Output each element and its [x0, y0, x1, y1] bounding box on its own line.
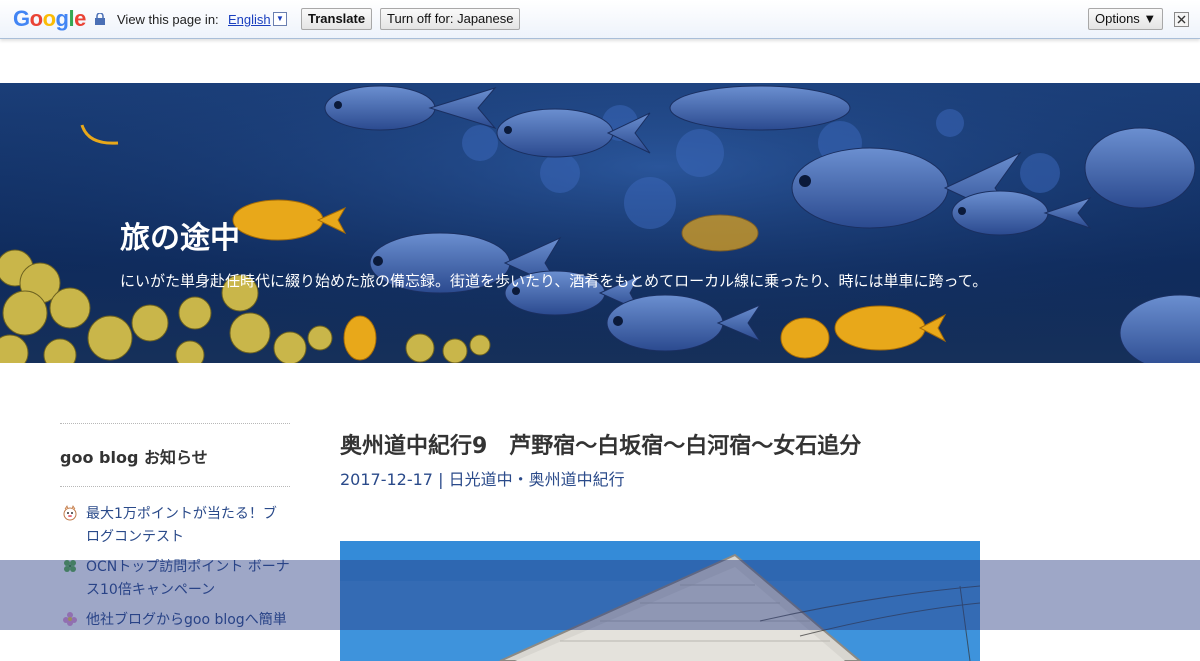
post-date[interactable]: 2017-12-17 — [340, 470, 433, 489]
header-banner: 旅の途中 にいがた単身赴任時代に綴り始めた旅の備忘録。街道を歩いたり、酒肴をもと… — [0, 83, 1200, 363]
notice-label: 最大1万ポイントが当たる！ブログコンテスト — [86, 506, 277, 545]
translate-bar: Google View this page in: English ▼ Tran… — [0, 0, 1200, 39]
blog-description: にいがた単身赴任時代に綴り始めた旅の備忘録。街道を歩いたり、酒肴をもとめてローカ… — [120, 272, 988, 290]
turn-off-button[interactable]: Turn off for: Japanese — [380, 8, 521, 30]
close-icon[interactable] — [1174, 12, 1189, 27]
language-select[interactable]: English — [228, 12, 271, 27]
meta-separator: | — [438, 470, 444, 489]
post-title[interactable]: 奥州道中紀行9 芦野宿～白坂宿～白河宿～女石追分 — [340, 428, 861, 460]
view-page-label: View this page in: — [117, 12, 219, 27]
chevron-down-icon[interactable]: ▼ — [273, 12, 287, 26]
post-category[interactable]: 日光道中・奥州道中紀行 — [449, 470, 625, 489]
google-logo: Google — [13, 6, 86, 31]
translate-button[interactable]: Translate — [301, 8, 373, 30]
goo-mascot-icon — [63, 505, 77, 521]
lock-icon — [95, 13, 105, 25]
notice-item[interactable]: 最大1万ポイントが当たる！ブログコンテスト — [60, 503, 290, 549]
options-button[interactable]: Options ▼ — [1088, 8, 1164, 30]
bottom-overlay — [0, 560, 1200, 630]
blog-title[interactable]: 旅の途中 — [120, 213, 240, 257]
post-meta: 2017-12-17 | 日光道中・奥州道中紀行 — [340, 466, 625, 490]
sidebar-heading: goo blog お知らせ — [60, 448, 208, 467]
